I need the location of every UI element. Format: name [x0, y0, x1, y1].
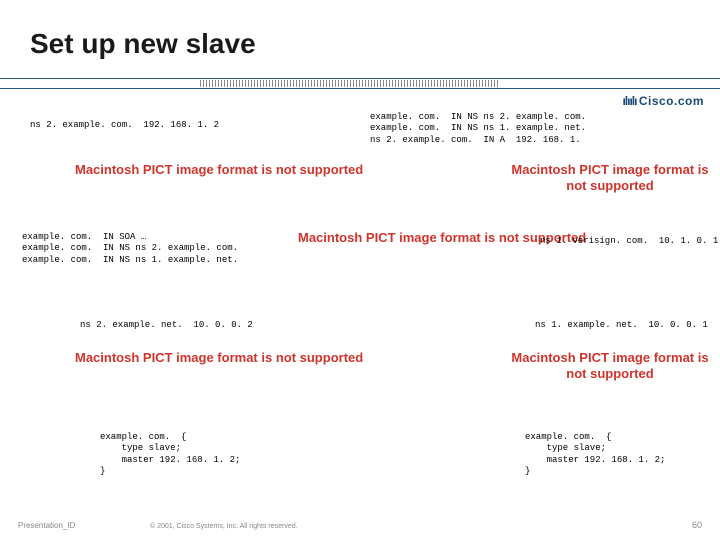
dns-mid-right: ns 1. verisign. com. 10. 1. 0. 1 [540, 236, 718, 247]
dns-net-right: ns 1. example. net. 10. 0. 0. 1 [535, 320, 708, 331]
footer-presentation-id: Presentation_ID [18, 521, 75, 530]
pict-placeholder-1: Macintosh PICT image format is not suppo… [75, 162, 363, 178]
footer-copyright: © 2001, Cisco Systems, Inc. All rights r… [150, 523, 298, 530]
title-divider [0, 78, 720, 90]
page-title: Set up new slave [30, 28, 256, 60]
dns-top-left: ns 2. example. com. 192. 168. 1. 2 [30, 120, 219, 131]
pict-placeholder-4: Macintosh PICT image format is not suppo… [75, 350, 363, 366]
dns-net-left: ns 2. example. net. 10. 0. 0. 2 [80, 320, 253, 331]
cisco-logo: Cisco.com [622, 94, 704, 108]
pict-placeholder-2: Macintosh PICT image format is not suppo… [500, 162, 720, 193]
conf-right: example. com. { type slave; master 192. … [525, 432, 665, 477]
conf-left: example. com. { type slave; master 192. … [100, 432, 240, 477]
dns-top-right: example. com. IN NS ns 2. example. com. … [370, 112, 586, 146]
dns-mid-left: example. com. IN SOA … example. com. IN … [22, 232, 238, 266]
footer-page-number: 60 [692, 520, 702, 530]
pict-placeholder-5: Macintosh PICT image format is not suppo… [500, 350, 720, 381]
